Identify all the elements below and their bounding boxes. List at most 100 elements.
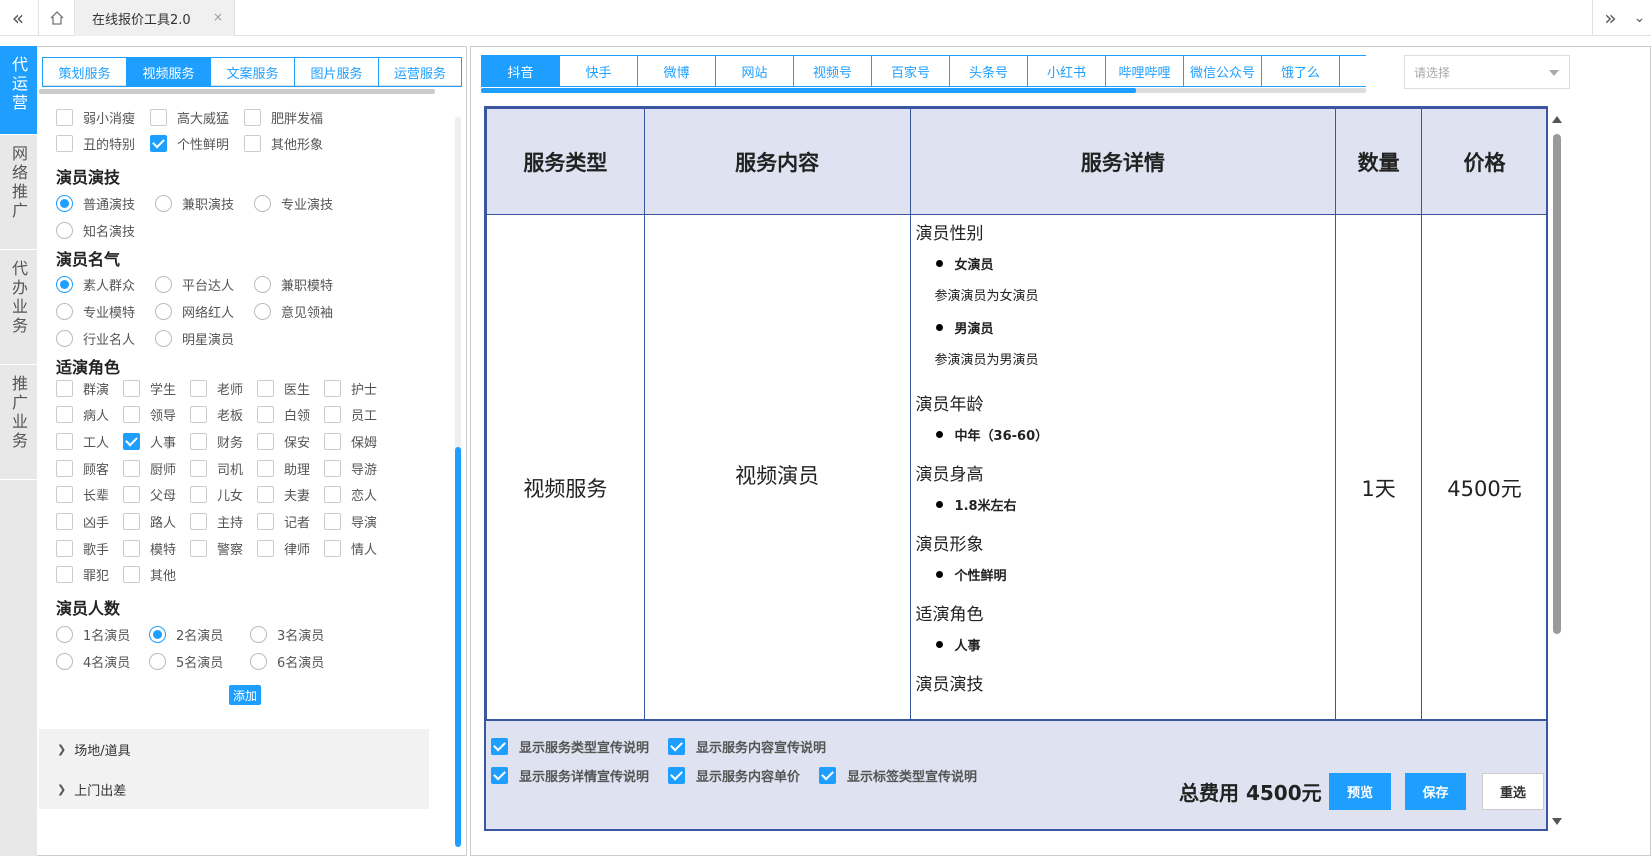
radio-option[interactable]: 3名演员 [250,624,324,644]
platform-tabs-scrollbar[interactable] [481,88,1366,93]
checkbox-option[interactable]: 丑的特别 [56,133,150,153]
role-option[interactable]: 保安 [257,431,310,451]
checkbox[interactable] [324,459,341,477]
checkbox[interactable] [324,486,341,504]
role-option[interactable]: 其他 [123,565,176,585]
radio-option[interactable]: 平台达人 [155,274,254,294]
radio-option[interactable]: 意见领袖 [254,301,333,321]
radio[interactable] [250,625,267,643]
scroll-left-icon[interactable]: « [0,0,36,36]
checkbox[interactable] [190,459,207,477]
role-option[interactable]: 长辈 [56,485,109,505]
radio[interactable] [254,302,271,320]
platform-tab[interactable]: 哔哩哔哩 [1105,55,1183,87]
role-option[interactable]: 父母 [123,485,176,505]
radio-selected[interactable] [56,194,73,212]
radio-option[interactable]: 网络红人 [155,301,254,321]
platform-tab[interactable]: 美 [1339,55,1366,87]
checkbox[interactable] [123,486,140,504]
checkbox[interactable] [257,379,274,397]
role-option[interactable]: 主持 [190,512,243,532]
chevron-down-icon[interactable]: ⌄ [1628,0,1651,36]
role-option[interactable]: 夫妻 [257,485,310,505]
checkbox-option[interactable]: 高大威猛 [150,107,244,127]
role-option[interactable]: 病人 [56,405,109,425]
platform-tab[interactable]: 百家号 [871,55,949,87]
role-option[interactable]: 儿女 [190,485,243,505]
platform-tab[interactable]: 视频号 [793,55,871,87]
radio[interactable] [155,194,172,212]
scroll-right-icon[interactable]: » [1592,0,1628,36]
role-option[interactable]: 员工 [324,405,377,425]
checkbox[interactable] [190,513,207,530]
radio[interactable] [155,329,172,347]
checkbox-checked[interactable] [668,738,685,755]
checkbox[interactable] [123,379,140,397]
role-option[interactable]: 导演 [324,512,377,532]
sidenav-item-marketing[interactable]: 推广业务 [0,365,37,480]
radio-option[interactable]: 6名演员 [250,651,324,671]
role-option[interactable]: 司机 [190,458,243,478]
option-show-unit-price[interactable]: 显示服务内容单价 [668,766,800,785]
collapse-travel[interactable]: ❯ 上门出差 [39,769,429,809]
close-icon[interactable]: × [213,10,223,24]
checkbox-option[interactable]: 弱小消瘦 [56,107,150,127]
tab-video[interactable]: 视频服务 [126,57,210,87]
role-option[interactable]: 白领 [257,405,310,425]
role-option[interactable]: 财务 [190,431,243,451]
checkbox-option[interactable]: 其他形象 [244,133,323,153]
checkbox[interactable] [123,539,140,557]
checkbox[interactable] [123,566,140,584]
role-option[interactable]: 老师 [190,378,243,398]
role-option[interactable]: 律师 [257,538,310,558]
radio[interactable] [155,275,172,293]
radio-option[interactable]: 普通演技 [56,193,155,213]
platform-tab[interactable]: 快手 [559,55,637,87]
radio[interactable] [254,275,271,293]
option-show-type-desc[interactable]: 显示服务类型宣传说明 [491,737,649,756]
checkbox[interactable] [123,513,140,530]
checkbox-checked[interactable] [819,767,836,784]
sidenav-item-operations[interactable]: 代运营 [0,46,37,135]
checkbox[interactable] [123,406,140,424]
role-option[interactable]: 厨师 [123,458,176,478]
checkbox[interactable] [257,513,274,530]
role-option[interactable]: 罪犯 [56,565,109,585]
checkbox[interactable] [190,486,207,504]
role-option[interactable]: 警察 [190,538,243,558]
checkbox[interactable] [324,513,341,530]
radio[interactable] [56,329,73,347]
tab-planning[interactable]: 策划服务 [42,57,126,87]
option-show-content-desc[interactable]: 显示服务内容宣传说明 [668,737,826,756]
scrollbar-thumb[interactable] [1553,134,1561,634]
collapse-venue[interactable]: ❯ 场地/道具 [39,729,429,769]
role-option[interactable]: 模特 [123,538,176,558]
sidenav-item-promotion[interactable]: 网络推广 [0,135,37,250]
checkbox-checked[interactable] [123,432,140,450]
scrollbar-thumb[interactable] [481,88,1136,93]
checkbox-checked[interactable] [150,134,167,152]
role-option[interactable]: 学生 [123,378,176,398]
checkbox[interactable] [123,459,140,477]
radio-option[interactable]: 兼职演技 [155,193,254,213]
checkbox[interactable] [56,432,73,450]
checkbox[interactable] [324,432,341,450]
role-option[interactable]: 工人 [56,431,109,451]
checkbox[interactable] [257,459,274,477]
role-option[interactable]: 记者 [257,512,310,532]
radio[interactable] [56,652,73,670]
platform-tab[interactable]: 微信公众号 [1183,55,1261,87]
radio[interactable] [56,221,73,239]
role-option[interactable]: 情人 [324,538,377,558]
radio-option[interactable]: 素人群众 [56,274,155,294]
radio[interactable] [56,302,73,320]
checkbox[interactable] [56,406,73,424]
radio[interactable] [149,652,166,670]
radio-selected[interactable] [149,625,166,643]
radio-option[interactable]: 兼职模特 [254,274,333,294]
checkbox[interactable] [244,108,261,126]
platform-select[interactable]: 请选择 [1404,55,1570,89]
checkbox[interactable] [257,486,274,504]
role-option[interactable]: 医生 [257,378,310,398]
platform-tab[interactable]: 饿了么 [1261,55,1339,87]
